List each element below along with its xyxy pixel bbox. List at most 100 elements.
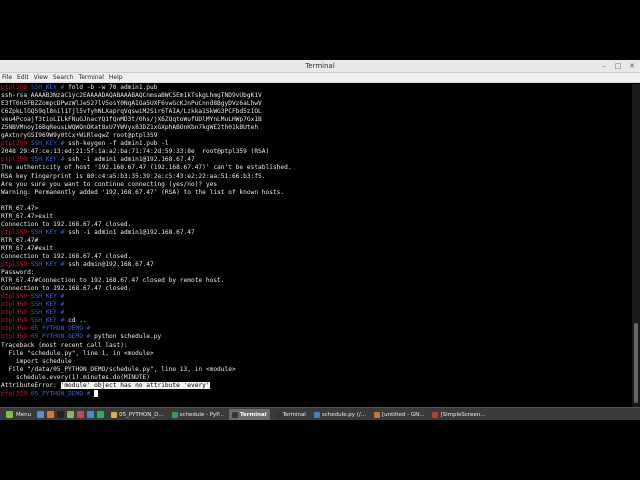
prompt-symbol: # — [56, 140, 69, 148]
terminal-line: import schedule — [1, 358, 632, 366]
chrome-icon[interactable] — [86, 411, 94, 418]
output-text: RTR_67.47>exit — [1, 212, 54, 220]
taskbar-item[interactable]: Terminal — [272, 409, 309, 420]
terminal-line: ptpl359 SSH_KEY # fold -b -w 70 admin1.p… — [1, 84, 632, 92]
prompt-path: SSH_KEY — [30, 309, 57, 317]
output-text: veu4Pcoajf3tioLILkFNuGJnacYQ1fQnMD3t/0hs… — [1, 116, 262, 124]
scrollbar-thumb[interactable] — [634, 323, 638, 403]
prompt-symbol: # — [82, 325, 95, 333]
output-text: Connection to 192.168.67.47 closed. — [1, 252, 132, 260]
prompt-symbol: # — [56, 301, 69, 309]
terminal-line: RTR_67.47#exit — [1, 245, 632, 253]
taskbar-item[interactable]: 05_PYTHON_D... — [108, 409, 166, 420]
taskbar-item[interactable]: schedule.py (/... — [311, 409, 369, 420]
terminal-icon[interactable] — [56, 411, 64, 418]
prompt-path: SSH_KEY — [30, 301, 57, 309]
prompt-host: ptpl359 — [1, 84, 28, 91]
terminal-line: Password: — [1, 269, 632, 277]
output-text: Z5NBVMnoyI6BqReusLWQWQnOKat8xU7YWVyx83DZ… — [1, 124, 259, 132]
prompt-path: 05_PYTHON_DEMO — [30, 390, 83, 398]
terminal-line: ptpl359 05_PYTHON_DEMO # python schedule… — [1, 333, 632, 341]
prompt-host: ptpl359 — [1, 301, 28, 309]
terminal-window: Terminal – □ ✕ File Edit View Search Ter… — [0, 60, 640, 407]
output-text: Traceback (most recent call last): — [1, 341, 128, 349]
files-icon[interactable] — [66, 411, 74, 418]
terminal-line: schedule.every(1).minutes.do(MINUTE) — [1, 374, 632, 382]
close-icon[interactable]: ✕ — [628, 62, 636, 70]
terminal-line: Traceback (most recent call last): — [1, 342, 632, 350]
terminal-line: File "schedule.py", line 1, in <module> — [1, 350, 632, 358]
taskbar-item-label: Terminal — [282, 411, 306, 418]
taskbar-item-label: Terminal — [240, 411, 267, 418]
menu-help[interactable]: Help — [109, 74, 123, 81]
app-icon — [274, 411, 281, 418]
menu-terminal[interactable]: Terminal — [79, 74, 104, 81]
menu-file[interactable]: File — [2, 74, 12, 81]
terminal-line: Connection to 192.168.67.47 closed. — [1, 285, 632, 293]
output-text: Are you sure you want to continue connec… — [1, 180, 218, 188]
prompt-path: SSH_KEY — [30, 140, 57, 148]
output-text: E3fT0n5FBZZompcDPwzWlJeS27lV5osY0NqAIOa5… — [1, 100, 262, 108]
terminal-line: E3fT0n5FBZZompcDPwzWlJeS27lV5osY0NqAIOa5… — [1, 100, 632, 108]
terminal-line: Connection to 192.168.67.47 closed. — [1, 221, 632, 229]
prompt-symbol: # — [56, 228, 69, 236]
output-text: File "/data/05_PYTHON_DEMO/schedule.py",… — [1, 365, 236, 373]
taskbar-item[interactable]: schedule - PyP... — [169, 409, 227, 420]
terminal-line: The authenticity of host '192.168.67.47 … — [1, 164, 632, 172]
prompt-host: ptpl359 — [1, 325, 28, 333]
terminal-line: gAxtnryGSI969W9y0tCx+WiRleqwZ root@ptpl3… — [1, 132, 632, 140]
prompt-path: SSH_KEY — [30, 293, 57, 301]
prompt-symbol: # — [56, 309, 69, 317]
taskbar-item[interactable]: [untitled - GN... — [371, 409, 427, 420]
minimize-icon[interactable]: – — [600, 62, 608, 70]
media-icon[interactable] — [76, 411, 84, 418]
terminal-line: ptpl359 SSH_KEY # — [1, 309, 632, 317]
menu-bar: File Edit View Search Terminal Help — [0, 73, 640, 83]
terminal-line: AttributeError: 'module' object has no a… — [1, 381, 632, 390]
titlebar[interactable]: Terminal – □ ✕ — [0, 60, 640, 73]
output-text: RTR_67.47# — [1, 236, 39, 244]
terminal-line: File "/data/05_PYTHON_DEMO/schedule.py",… — [1, 366, 632, 374]
terminal-line: RTR_67.47>exit — [1, 213, 632, 221]
pycharm-icon[interactable] — [96, 411, 104, 418]
command-text: ssh admin@192.168.67.47 — [68, 261, 154, 269]
terminal-output[interactable]: ptpl359 SSH_KEY # fold -b -w 70 admin1.p… — [0, 84, 632, 407]
prompt-host: ptpl359 — [1, 309, 28, 317]
output-text: import schedule — [1, 357, 72, 365]
output-text: File "schedule.py", line 1, in <module> — [1, 349, 154, 357]
terminal-line: 2048 29:47:ce:13:ed:21:5f:1a:a2:ba:71:74… — [1, 148, 632, 156]
terminal-line: ptpl359 SSH_KEY # — [1, 301, 632, 309]
output-text: RTR_67.47#Connection to 192.168.67.47 cl… — [1, 277, 225, 285]
menu-edit[interactable]: Edit — [17, 74, 29, 81]
app-icon — [313, 411, 320, 418]
desktop-icon[interactable] — [36, 411, 44, 418]
prompt-symbol: # — [56, 84, 69, 91]
terminal-line: Connection to 192.168.67.47 closed. — [1, 253, 632, 261]
prompt-path: SSH_KEY — [30, 156, 57, 164]
task-list: 05_PYTHON_D... schedule - PyP... Terminal T… — [108, 409, 490, 420]
prompt-path: SSH_KEY — [30, 84, 57, 91]
taskbar-item[interactable]: Terminal — [229, 409, 270, 420]
menu-search[interactable]: Search — [53, 74, 74, 81]
prompt-path: SSH_KEY — [30, 228, 57, 236]
output-text: 2048 29:47:ce:13:ed:21:5f:1a:a2:ba:71:74… — [1, 148, 270, 156]
command-text: ssh -i admin1 admin1@192.168.67.47 — [68, 228, 195, 236]
terminal-line: Warning: Permanently added '192.168.67.4… — [1, 189, 632, 197]
output-text: The authenticity of host '192.168.67.47 … — [1, 164, 292, 172]
scrollbar[interactable] — [632, 84, 640, 407]
output-text: gAxtnryGSI969W9y0tCx+WiRleqwZ root@ptpl3… — [1, 132, 158, 140]
app-icon — [373, 411, 380, 418]
selected-text[interactable]: 'module' object has no attribute 'every' — [60, 381, 210, 389]
taskbar-item[interactable]: [SimpleScreen... — [429, 409, 488, 420]
menu-view[interactable]: View — [34, 74, 48, 81]
firefox-icon[interactable] — [46, 411, 54, 418]
taskbar-item-label: [untitled - GN... — [381, 411, 425, 418]
menu-icon — [5, 411, 13, 418]
prompt-host: ptpl359 — [1, 293, 28, 301]
terminal-line: ptpl359 SSH_KEY # ssh admin@192.168.67.4… — [1, 261, 632, 269]
command-text: ssh-keygen -f admin1.pub -l — [68, 140, 169, 148]
maximize-icon[interactable]: □ — [614, 62, 622, 70]
output-text: RTR_67.47> — [1, 204, 39, 212]
prompt-path: SSH_KEY — [30, 261, 57, 269]
